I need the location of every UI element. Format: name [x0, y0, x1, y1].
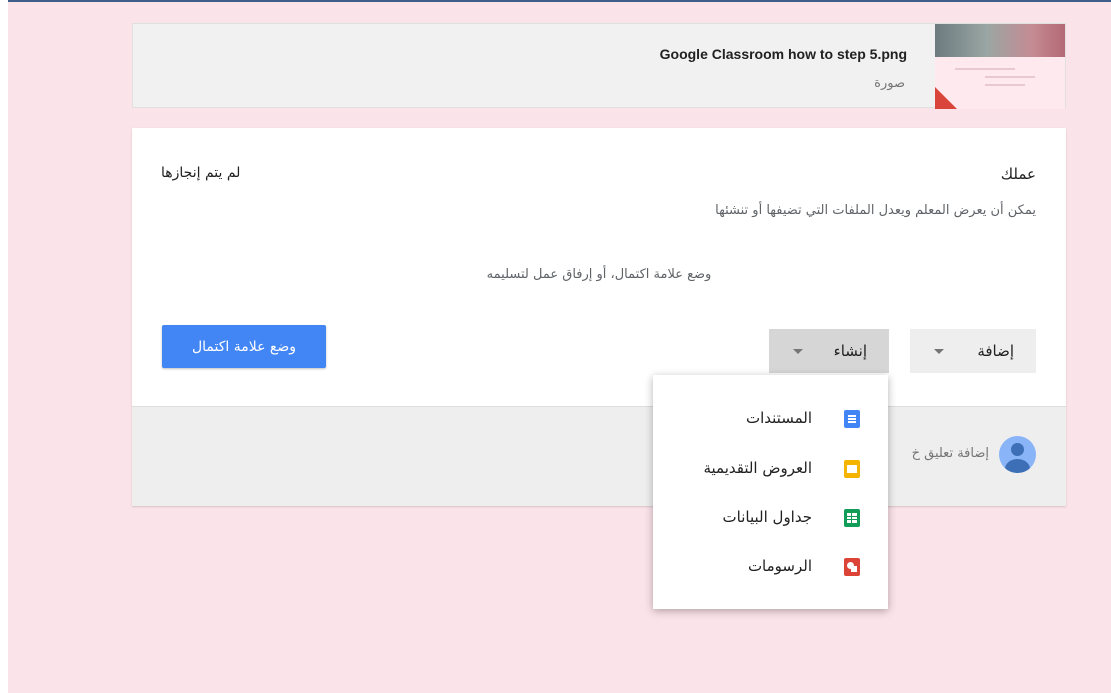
avatar-body	[1005, 459, 1030, 473]
menu-item-drawings[interactable]: الرسومات	[660, 552, 860, 582]
work-description: يمكن أن يعرض المعلم ويعدل الملفات التي ت…	[715, 203, 1036, 218]
your-work-heading: عملك	[1000, 165, 1036, 183]
attachment-thumbnail[interactable]	[935, 24, 1065, 109]
create-button-label: إنشاء	[833, 342, 867, 360]
chevron-down-icon	[934, 349, 944, 354]
create-button[interactable]: إنشاء	[769, 329, 889, 373]
thumbnail-line	[985, 76, 1035, 78]
add-button[interactable]: إضافة	[910, 329, 1036, 373]
menu-item-sheets[interactable]: جداول البيانات	[660, 503, 860, 533]
menu-item-docs[interactable]: المستندات	[660, 404, 860, 434]
top-border	[0, 0, 1111, 2]
mark-as-done-button[interactable]: وضع علامة اكتمال	[162, 325, 326, 368]
menu-item-slides[interactable]: العروض التقديمية	[660, 454, 860, 484]
add-button-label: إضافة	[977, 342, 1014, 360]
sheets-icon	[844, 509, 860, 527]
drawings-icon	[844, 558, 860, 576]
menu-item-label: المستندات	[745, 409, 812, 427]
docs-icon	[844, 410, 860, 428]
avatar	[999, 436, 1036, 473]
menu-item-label: الرسومات	[747, 557, 812, 575]
private-comment-area: إضافة تعليق خ	[132, 406, 1066, 506]
menu-item-label: جداول البيانات	[722, 508, 812, 526]
menu-item-label: العروض التقديمية	[703, 459, 812, 477]
attachment-file-name[interactable]: Google Classroom how to step 5.png	[660, 46, 907, 62]
your-work-card: عملك لم يتم إنجازها يمكن أن يعرض المعلم …	[132, 128, 1066, 506]
file-type-corner-icon	[935, 87, 957, 109]
chevron-down-icon	[793, 349, 803, 354]
create-menu: المستندات العروض التقديمية جداول البيانا…	[653, 375, 888, 609]
attachment-card[interactable]: Google Classroom how to step 5.png صورة	[132, 23, 1066, 109]
thumbnail-line	[985, 84, 1025, 86]
work-hint: وضع علامة اكتمال، أو إرفاق عمل لتسليمه	[486, 267, 712, 282]
left-margin	[0, 0, 8, 693]
attachment-file-type: صورة	[874, 76, 905, 91]
comment-input[interactable]: إضافة تعليق خ	[912, 446, 989, 461]
thumbnail-line	[955, 68, 1015, 70]
thumbnail-image	[935, 24, 1065, 57]
slides-icon	[844, 460, 860, 478]
work-status-label: لم يتم إنجازها	[161, 165, 241, 181]
avatar-head	[1011, 443, 1024, 456]
